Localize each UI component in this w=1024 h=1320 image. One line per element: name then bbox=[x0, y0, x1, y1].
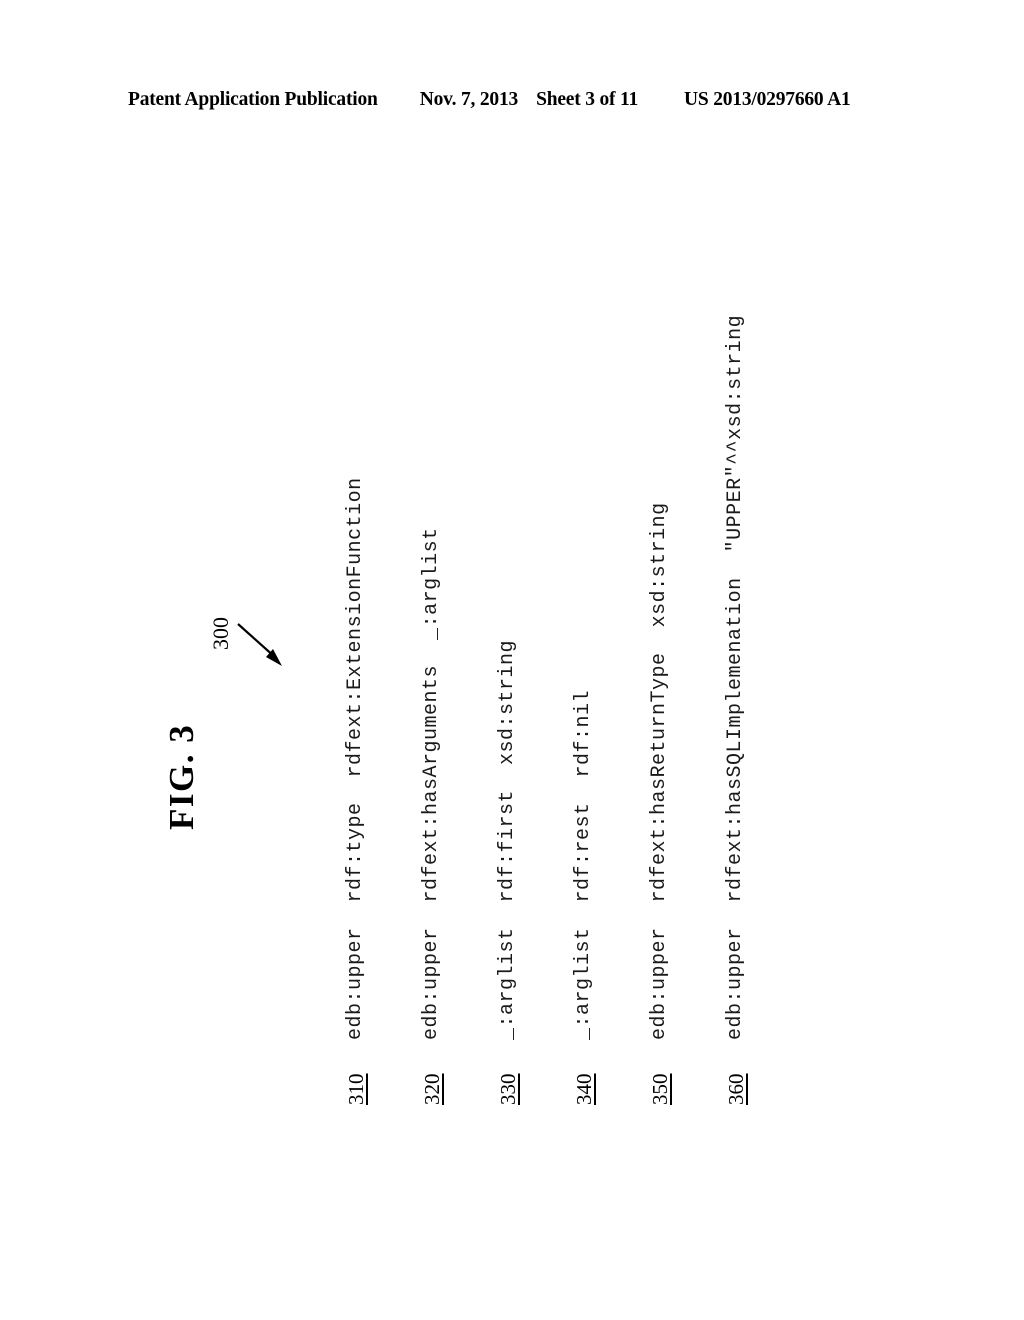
reference-numeral: 310 bbox=[344, 1073, 368, 1106]
rdf-triple-list: edb:upper rdf:type rdfext:ExtensionFunct… bbox=[0, 0, 1024, 1320]
reference-numeral: 360 bbox=[724, 1073, 748, 1106]
rdf-triple-line: edb:upper rdfext:hasSQLImplemenation "UP… bbox=[724, 314, 747, 1040]
reference-numeral: 330 bbox=[496, 1073, 520, 1106]
rdf-triple-line: edb:upper rdfext:hasReturnType xsd:strin… bbox=[648, 502, 671, 1040]
rdf-triple-line: edb:upper rdfext:hasArguments _:arglist bbox=[420, 527, 443, 1040]
rdf-triple-line: edb:upper rdf:type rdfext:ExtensionFunct… bbox=[344, 477, 367, 1040]
reference-numeral: 320 bbox=[420, 1073, 444, 1106]
reference-numeral: 350 bbox=[648, 1073, 672, 1106]
rdf-triple-line: _:arglist rdf:rest rdf:nil bbox=[572, 689, 595, 1040]
reference-numeral: 340 bbox=[572, 1073, 596, 1106]
rdf-triple-line: _:arglist rdf:first xsd:string bbox=[496, 639, 519, 1040]
